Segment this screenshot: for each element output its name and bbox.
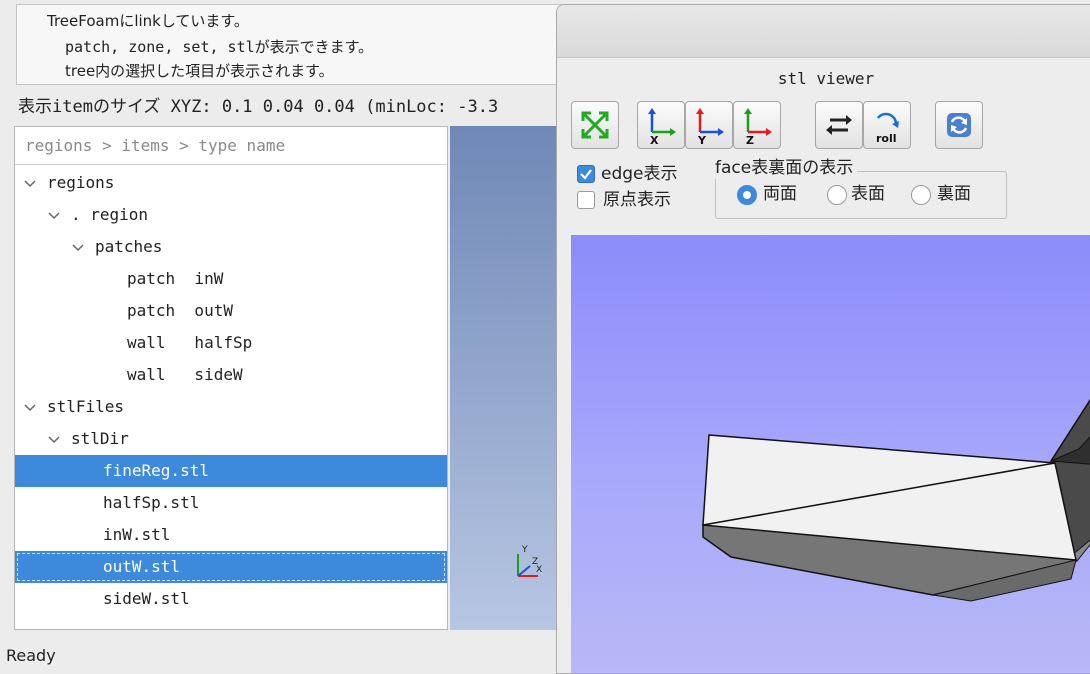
view-x-axis-icon: X [648, 108, 676, 147]
tree-row-label: sideW.stl [103, 589, 190, 608]
view-y-axis-icon: Y [696, 108, 724, 147]
tree-row-patch-inW[interactable]: patch inW [15, 263, 447, 295]
tree-row-wall-halfSp[interactable]: wall halfSp [15, 327, 447, 359]
view-z-axis-icon: Z [744, 108, 772, 147]
face-front-label: 表面 [851, 184, 885, 204]
tree-row-label: wall halfSp [127, 333, 253, 352]
viewer-title: stl viewer [777, 69, 875, 88]
chevron-down-icon[interactable] [71, 231, 85, 263]
tree-row-label: patch outW [127, 301, 233, 320]
roll-label: roll [876, 132, 897, 145]
view-y-button[interactable]: Y [685, 101, 733, 149]
face-both-label: 両面 [763, 184, 797, 204]
tree-row-stlFiles[interactable]: stlFiles [15, 391, 447, 423]
chevron-down-icon[interactable] [47, 423, 61, 455]
view-x-button[interactable]: X [637, 101, 685, 149]
tree-row-label: patch inW [127, 269, 224, 288]
reverse-view-icon [826, 115, 852, 135]
face-back-label: 裏面 [937, 184, 971, 204]
stl-model-render [702, 398, 1090, 602]
reload-icon [947, 113, 971, 137]
tree-row-inW-stl[interactable]: inW.stl [15, 519, 447, 551]
window-titlebar[interactable] [557, 5, 1090, 58]
tree-row-sideW-stl[interactable]: sideW.stl [15, 583, 447, 615]
tree-row-fineReg-stl[interactable]: fineReg.stl [15, 455, 447, 487]
chevron-down-icon[interactable] [23, 391, 37, 423]
info-line-3: tree内の選択した項目が表示されます。 [65, 62, 334, 80]
item-size-readout: 表示itemのサイズ XYZ: 0.1 0.04 0.04 (minLoc: -… [18, 97, 499, 117]
check-icon [580, 169, 592, 180]
tree-row-label: stlDir [71, 429, 129, 448]
roll-icon: roll [876, 112, 899, 145]
stl-3d-viewport[interactable] [571, 235, 1090, 673]
view-z-button[interactable]: Z [733, 101, 781, 149]
info-line-2: patch, zone, set, stlが表示できます。 [65, 38, 374, 56]
tree-row-wall-sideW[interactable]: wall sideW [15, 359, 447, 391]
status-bar: Ready [6, 646, 56, 665]
tree-row-label: wall sideW [127, 365, 243, 384]
axis-y-label: Y [697, 134, 707, 147]
edge-label: edge表示 [601, 164, 678, 184]
tree-row-outW-stl[interactable]: outW.stl [15, 551, 447, 583]
tree-row-label: outW.stl [103, 557, 181, 576]
info-line-1: TreeFoamにlinkしています。 [47, 12, 249, 30]
origin-checkbox[interactable] [577, 191, 595, 209]
face-back-radio[interactable] [911, 185, 931, 205]
svg-text:Y: Y [521, 545, 528, 555]
chevron-down-icon[interactable] [47, 199, 61, 231]
reload-button[interactable] [935, 101, 983, 149]
face-both-radio[interactable] [737, 185, 757, 205]
reverse-view-button[interactable] [815, 101, 863, 149]
origin-label: 原点表示 [603, 190, 671, 210]
tree-row-label: . region [71, 205, 149, 224]
tree-row-label: regions [47, 173, 115, 192]
edge-checkbox[interactable] [577, 165, 595, 183]
info-panel: TreeFoamにlinkしています。 patch, zone, set, st… [16, 4, 566, 85]
svg-text:X: X [536, 565, 542, 575]
tree-row-label: inW.stl [103, 525, 171, 544]
tree-row-label: stlFiles [47, 397, 125, 416]
face-group-title: face表裏面の表示 [711, 157, 858, 179]
tree-row-halfSp-stl[interactable]: halfSp.stl [15, 487, 447, 519]
tree-row-regions[interactable]: regions [15, 167, 447, 199]
tree-row-stlDir[interactable]: stlDir [15, 423, 447, 455]
roll-button[interactable]: roll [863, 101, 911, 149]
chevron-down-icon[interactable] [23, 167, 37, 199]
tree-row-patches[interactable]: patches [15, 231, 447, 263]
items-tree[interactable]: regions > items > type name regions . re… [14, 126, 448, 630]
tree-breadcrumb: regions > items > type name [15, 127, 447, 165]
tree-row-patch-outW[interactable]: patch outW [15, 295, 447, 327]
tree-row-label: fineReg.stl [103, 461, 209, 480]
fit-all-icon [581, 111, 609, 139]
axis-z-label: Z [746, 134, 754, 147]
axis-x-label: X [650, 134, 659, 147]
tree-row-region[interactable]: . region [15, 199, 447, 231]
tree-row-label: halfSp.stl [103, 493, 200, 512]
fit-all-button[interactable] [571, 101, 619, 149]
axis-triad-icon: Y Z X [517, 545, 542, 577]
tree-row-label: patches [95, 237, 163, 256]
stl-viewer-window[interactable]: stl viewer X Y Z roll edge表示 原点表示 face表裏… [556, 4, 1090, 674]
face-front-radio[interactable] [827, 185, 847, 205]
